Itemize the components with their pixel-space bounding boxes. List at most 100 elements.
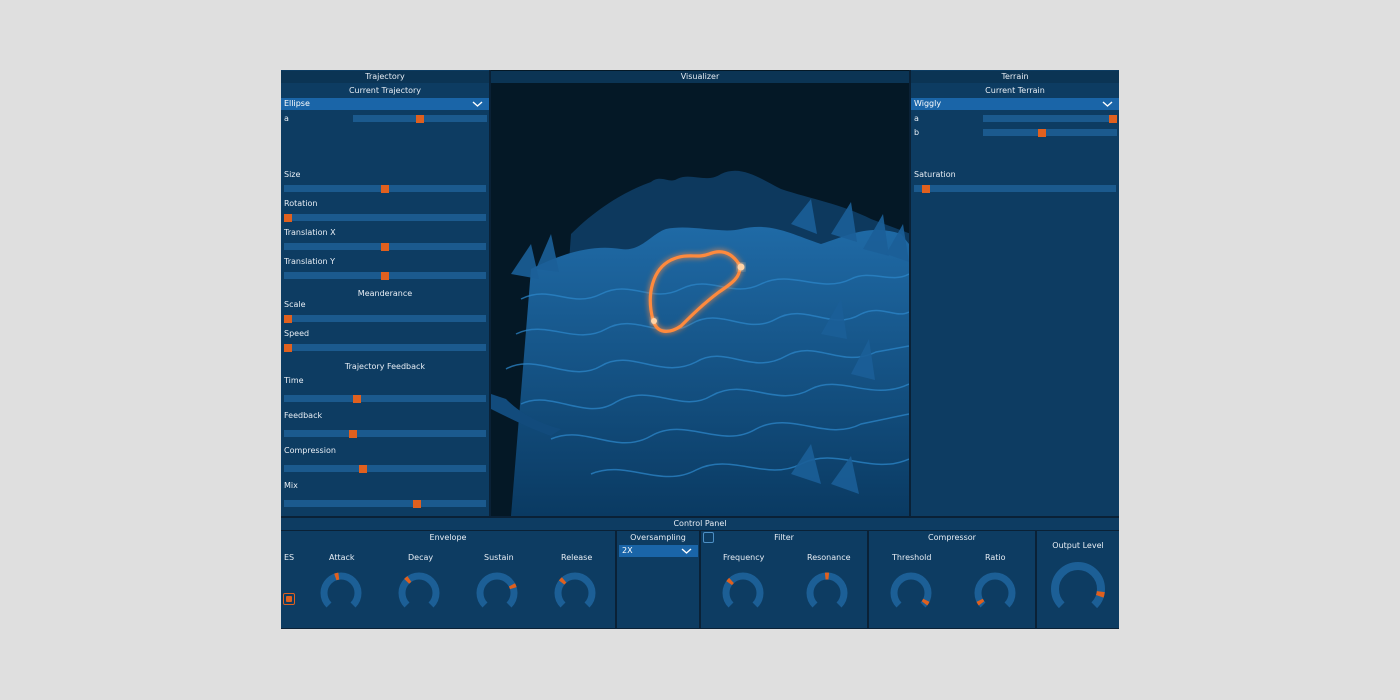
knob-indicator xyxy=(976,598,985,606)
terrain-param-b-label: b xyxy=(914,128,920,137)
chevron-down-icon xyxy=(681,548,692,554)
speed-slider[interactable] xyxy=(284,344,486,352)
saturation-label: Saturation xyxy=(914,170,956,179)
frequency-label: Frequency xyxy=(723,553,765,562)
release-knob[interactable] xyxy=(553,571,597,615)
current-terrain-label: Current Terrain xyxy=(985,86,1045,95)
sustain-label: Sustain xyxy=(484,553,514,562)
compression-slider[interactable] xyxy=(284,465,486,473)
translation-y-slider[interactable] xyxy=(284,272,486,280)
saturation-slider[interactable] xyxy=(914,185,1116,193)
sustain-knob[interactable] xyxy=(475,571,519,615)
terrain-dropdown[interactable]: Wiggly xyxy=(911,98,1119,110)
trajectory-head xyxy=(737,263,745,271)
visualizer-title: Visualizer xyxy=(491,71,909,83)
terrain-dropdown-value: Wiggly xyxy=(914,99,942,108)
slider-thumb[interactable] xyxy=(922,185,931,193)
filter-section: Filter Frequency Resonance xyxy=(701,531,867,628)
knob-indicator xyxy=(508,583,517,590)
filter-title: Filter xyxy=(774,533,794,542)
slider-thumb[interactable] xyxy=(348,430,357,438)
feedback-label: Feedback xyxy=(284,411,323,420)
knob-track xyxy=(806,572,848,608)
scale-label: Scale xyxy=(284,300,306,309)
slider-thumb[interactable] xyxy=(284,344,293,352)
attack-label: Attack xyxy=(329,553,355,562)
param-a-label: a xyxy=(284,114,289,123)
threshold-label: Threshold xyxy=(892,553,932,562)
compressor-section: Compressor Threshold Ratio xyxy=(869,531,1035,628)
knob-indicator xyxy=(726,577,734,586)
trajectory-tail xyxy=(651,318,657,324)
oversampling-title: Oversampling xyxy=(630,533,686,542)
slider-thumb[interactable] xyxy=(413,500,422,508)
decay-knob[interactable] xyxy=(397,571,441,615)
meanderance-title: Meanderance xyxy=(357,289,413,298)
slider-thumb[interactable] xyxy=(381,185,389,193)
terrain-param-a-slider[interactable] xyxy=(983,115,1117,123)
oversampling-dropdown[interactable]: 2X xyxy=(619,545,698,557)
slider-thumb[interactable] xyxy=(284,214,293,222)
threshold-knob[interactable] xyxy=(889,571,933,615)
rotation-slider[interactable] xyxy=(284,214,486,222)
trajectory-dropdown-value: Ellipse xyxy=(284,99,310,108)
scale-slider[interactable] xyxy=(284,315,486,323)
attack-knob[interactable] xyxy=(319,571,363,615)
knob-indicator xyxy=(404,576,412,584)
size-slider[interactable] xyxy=(284,185,486,193)
frequency-knob[interactable] xyxy=(721,571,765,615)
es-toggle-indicator xyxy=(286,596,292,602)
visualizer-panel: Visualizer xyxy=(491,70,909,516)
output-level-knob[interactable] xyxy=(1050,561,1106,617)
slider-thumb[interactable] xyxy=(358,465,367,473)
slider-thumb[interactable] xyxy=(284,315,293,323)
resonance-knob[interactable] xyxy=(805,571,849,615)
translation-y-label: Translation Y xyxy=(284,257,336,266)
slider-thumb[interactable] xyxy=(416,115,424,123)
es-label: ES xyxy=(284,553,295,562)
size-label: Size xyxy=(284,170,301,179)
knob-indicator xyxy=(921,598,930,606)
app-window: Trajectory Current Trajectory Ellipse a … xyxy=(281,70,1119,629)
terrain-param-b-slider[interactable] xyxy=(983,129,1117,137)
trajectory-dropdown[interactable]: Ellipse xyxy=(281,98,489,110)
knob-indicator xyxy=(334,572,340,581)
output-section: Output Level xyxy=(1037,531,1119,628)
mix-slider[interactable] xyxy=(284,500,486,508)
trajectory-panel-title: Trajectory xyxy=(281,71,489,83)
ratio-knob[interactable] xyxy=(973,571,1017,615)
slider-thumb[interactable] xyxy=(1109,115,1117,123)
chevron-down-icon xyxy=(1102,101,1113,107)
feedback-slider[interactable] xyxy=(284,430,486,438)
translation-x-slider[interactable] xyxy=(284,243,486,251)
ratio-label: Ratio xyxy=(985,553,1006,562)
oversampling-section: Oversampling 2X xyxy=(617,531,699,628)
mix-label: Mix xyxy=(284,481,298,490)
output-level-title: Output Level xyxy=(1052,541,1104,550)
control-panel: Control Panel Envelope ES Attack Decay S… xyxy=(281,518,1119,629)
chevron-down-icon xyxy=(472,101,483,107)
terrain-panel: Terrain Current Terrain Wiggly a b Satur… xyxy=(911,70,1119,516)
trajectory-feedback-title: Trajectory Feedback xyxy=(344,362,426,371)
terrain-visualization[interactable] xyxy=(491,84,909,516)
knob-indicator xyxy=(1095,591,1105,598)
decay-label: Decay xyxy=(408,553,434,562)
envelope-title: Envelope xyxy=(429,533,467,542)
slider-thumb[interactable] xyxy=(381,243,389,251)
current-trajectory-label: Current Trajectory xyxy=(348,86,422,95)
trajectory-panel: Trajectory Current Trajectory Ellipse a … xyxy=(281,70,489,516)
compressor-title: Compressor xyxy=(928,533,976,542)
param-a-slider[interactable] xyxy=(353,115,487,123)
slider-thumb[interactable] xyxy=(381,272,389,280)
control-panel-title: Control Panel xyxy=(281,518,1119,530)
slider-thumb[interactable] xyxy=(352,395,361,403)
slider-thumb[interactable] xyxy=(1037,129,1046,137)
knob-track xyxy=(1051,562,1105,609)
speed-label: Speed xyxy=(284,329,310,338)
terrain-panel-title: Terrain xyxy=(911,71,1119,83)
rotation-label: Rotation xyxy=(284,199,318,208)
compression-label: Compression xyxy=(284,446,336,455)
terrain-param-a-label: a xyxy=(914,114,919,123)
time-slider[interactable] xyxy=(284,395,486,403)
es-toggle[interactable] xyxy=(283,593,295,605)
